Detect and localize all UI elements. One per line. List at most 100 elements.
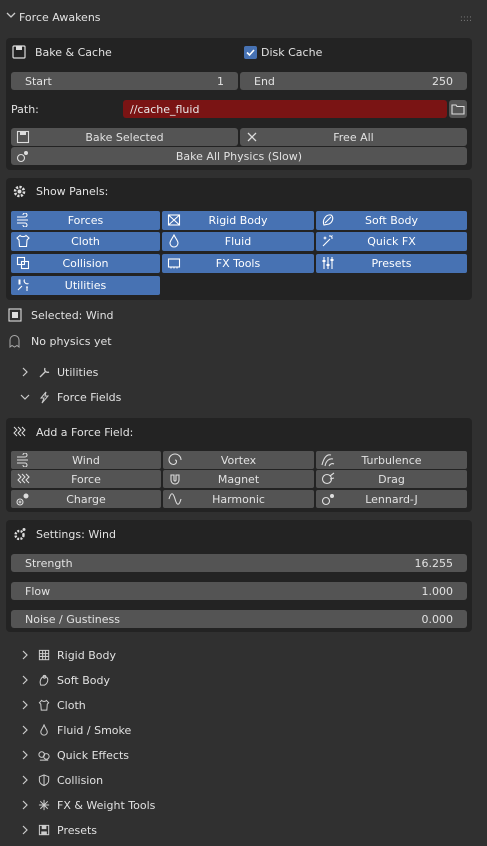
utilities-icon xyxy=(16,278,30,292)
panel-toggle-soft-body[interactable]: Soft Body xyxy=(316,211,467,230)
chevron-right-icon xyxy=(20,725,30,735)
gear-icon xyxy=(12,184,27,199)
tree-utilities[interactable]: Utilities xyxy=(20,363,98,381)
tree-force-fields[interactable]: Force Fields xyxy=(20,388,121,406)
force-field-label: Lennard-J xyxy=(365,492,418,506)
chevron-right-icon xyxy=(20,650,30,660)
add-harmonic-button[interactable]: Harmonic xyxy=(163,490,314,508)
add-charge-button[interactable]: Charge xyxy=(11,490,161,508)
cloth-tree-icon xyxy=(38,699,51,712)
bake-all-button[interactable]: Bake All Physics (Slow) xyxy=(11,147,467,165)
tree-force-fields-label: Force Fields xyxy=(57,390,122,404)
force-field-icon xyxy=(12,425,27,439)
tree-item-label: FX & Weight Tools xyxy=(57,798,156,812)
tree-soft-body[interactable]: Soft Body xyxy=(20,671,110,689)
fx-tools-icon xyxy=(167,256,181,270)
folder-button[interactable] xyxy=(449,100,467,118)
start-value: 1 xyxy=(217,74,224,88)
settings-title: Settings: Wind xyxy=(36,527,116,541)
panel-header[interactable]: Force Awakens :::: xyxy=(0,0,487,36)
panel-toggle-label: Rigid Body xyxy=(208,214,268,227)
magnet-icon xyxy=(168,472,182,486)
wind-icon xyxy=(16,453,30,467)
lightning-icon xyxy=(38,391,51,404)
noise-field[interactable]: Noise / Gustiness 0.000 xyxy=(11,610,467,628)
turbulence-icon xyxy=(321,453,335,467)
disk-cache-checkbox[interactable] xyxy=(244,46,257,59)
panel-toggle-fluid[interactable]: Fluid xyxy=(162,232,314,251)
add-vortex-button[interactable]: Vortex xyxy=(163,451,314,469)
bake-cache-title: Bake & Cache xyxy=(35,45,112,59)
start-field[interactable]: Start 1 xyxy=(11,72,238,90)
tree-fluid-smoke[interactable]: Fluid / Smoke xyxy=(20,721,131,739)
tree-rigid-body[interactable]: Rigid Body xyxy=(20,646,116,664)
rigid-body-icon xyxy=(167,213,181,227)
flow-label: Flow xyxy=(25,584,51,598)
panel-toggle-label: Forces xyxy=(67,214,104,227)
close-icon xyxy=(245,130,259,144)
add-wind-button[interactable]: Wind xyxy=(11,451,161,469)
physics-icon xyxy=(16,149,30,163)
drag-grip-icon[interactable]: :::: xyxy=(460,14,472,24)
bake-selected-button[interactable]: Bake Selected xyxy=(11,128,238,146)
flow-field[interactable]: Flow 1.000 xyxy=(11,582,467,600)
folder-icon xyxy=(451,104,465,115)
chevron-right-icon xyxy=(20,750,30,760)
free-all-label: Free All xyxy=(333,130,374,144)
flow-value: 1.000 xyxy=(421,584,454,598)
force-field-label: Wind xyxy=(72,453,100,467)
disk-icon xyxy=(16,130,30,144)
panel-toggle-label: Cloth xyxy=(71,235,100,248)
end-value: 250 xyxy=(432,74,453,88)
add-lennard-j-button[interactable]: Lennard-J xyxy=(316,490,467,508)
tree-item-label: Collision xyxy=(57,773,104,787)
noise-value: 0.000 xyxy=(421,612,454,626)
panel-toggle-fx-tools[interactable]: FX Tools xyxy=(162,254,314,273)
weight-tree-icon xyxy=(38,799,51,812)
soft-body-icon xyxy=(321,213,335,227)
tree-item-label: Presets xyxy=(57,823,98,837)
charge-icon xyxy=(16,492,30,506)
tree-presets[interactable]: Presets xyxy=(20,821,97,839)
bake-selected-label: Bake Selected xyxy=(85,130,164,144)
force-field-label: Turbulence xyxy=(361,453,422,467)
chevron-right-icon xyxy=(20,775,30,785)
tree-collision[interactable]: Collision xyxy=(20,771,103,789)
add-drag-button[interactable]: Drag xyxy=(316,470,467,488)
disk-icon xyxy=(12,45,26,59)
harmonic-icon xyxy=(168,492,182,506)
tree-fx-weight-tools[interactable]: FX & Weight Tools xyxy=(20,796,155,814)
force-field-label: Drag xyxy=(378,472,405,486)
panel-toggle-cloth[interactable]: Cloth xyxy=(11,232,160,251)
panel-toggle-utilities[interactable]: Utilities xyxy=(11,276,160,295)
panel-toggle-presets[interactable]: Presets xyxy=(316,254,467,273)
chevron-down-icon xyxy=(20,392,30,402)
path-input[interactable]: //cache_fluid xyxy=(123,100,447,118)
ghost-icon xyxy=(8,334,21,348)
panel-toggle-label: Collision xyxy=(62,257,109,270)
add-magnet-button[interactable]: Magnet xyxy=(163,470,314,488)
tree-cloth[interactable]: Cloth xyxy=(20,696,86,714)
tree-quick-effects[interactable]: Quick Effects xyxy=(20,746,129,764)
free-all-button[interactable]: Free All xyxy=(240,128,467,146)
noise-label: Noise / Gustiness xyxy=(25,612,121,626)
panel-toggle-collision[interactable]: Collision xyxy=(11,254,160,273)
end-label: End xyxy=(254,74,275,88)
force-field-label: Charge xyxy=(66,492,106,506)
panel-toggle-quick-fx[interactable]: Quick FX xyxy=(316,232,467,251)
collision-tree-icon xyxy=(38,773,51,787)
add-turbulence-button[interactable]: Turbulence xyxy=(316,451,467,469)
chevron-right-icon xyxy=(20,675,30,685)
strength-field[interactable]: Strength 16.255 xyxy=(11,554,467,572)
strength-label: Strength xyxy=(25,556,73,570)
add-force-button[interactable]: Force xyxy=(11,470,161,488)
selection-icon xyxy=(8,308,22,322)
panel-toggle-forces[interactable]: Forces xyxy=(11,211,160,230)
chevron-right-icon xyxy=(20,700,30,710)
cloth-icon xyxy=(16,234,30,248)
panel-toggle-label: Soft Body xyxy=(365,214,418,227)
tree-utilities-label: Utilities xyxy=(57,365,99,379)
panel-toggle-rigid-body[interactable]: Rigid Body xyxy=(162,211,314,230)
lennard-j-icon xyxy=(321,492,335,506)
end-field[interactable]: End 250 xyxy=(240,72,467,90)
